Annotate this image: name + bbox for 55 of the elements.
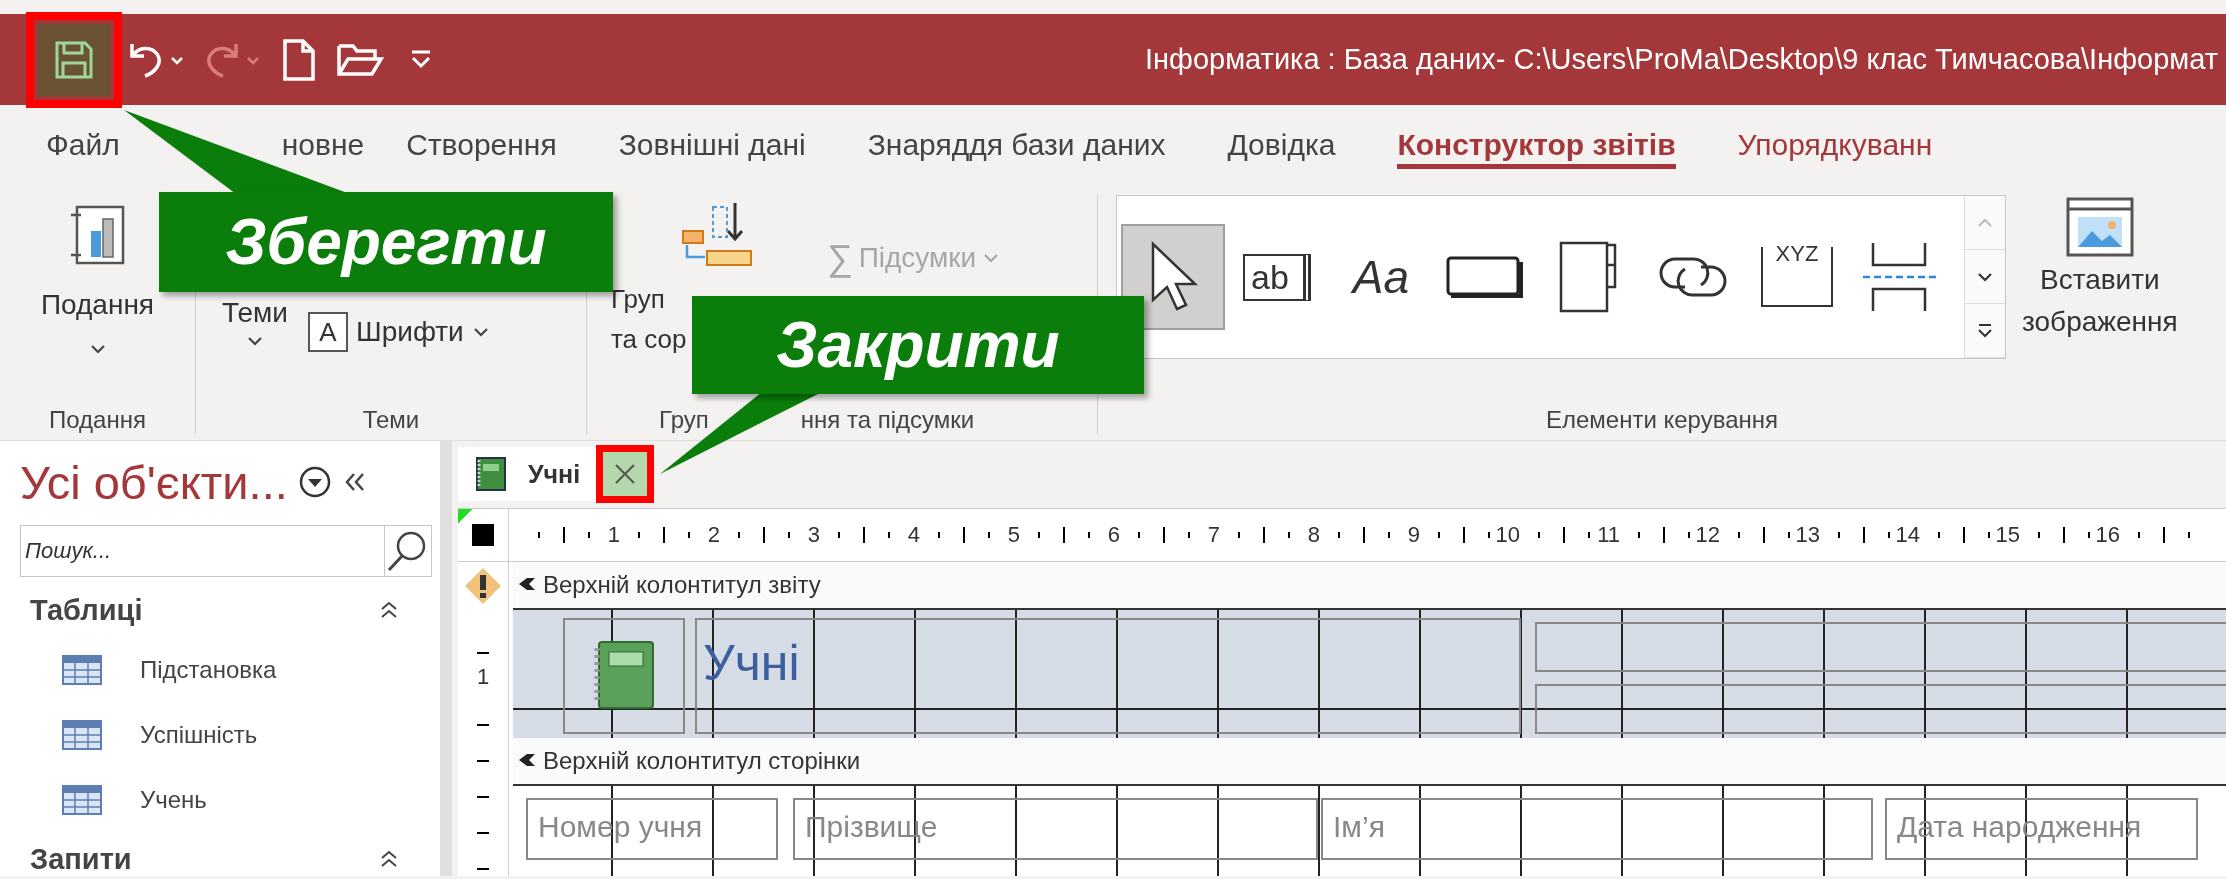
chevron-down-icon [88,343,107,355]
chevron-down-icon [246,335,264,347]
nav-section-title[interactable]: Запити [30,842,132,876]
nav-item[interactable]: Учень [140,785,207,814]
fonts-button[interactable]: A Шрифти [308,309,490,355]
group-control-tool[interactable]: XYZ [1745,224,1849,330]
logo-control[interactable] [563,618,685,734]
chevron-down-icon [1976,270,1994,283]
group-label: Елементи керування [1544,406,1780,434]
ribbon-tab[interactable]: Упорядкуванн [1737,121,1933,169]
group-label: ння та підсумки [800,406,975,434]
text-box-control[interactable] [1535,684,2226,734]
document-tab[interactable]: Учні [458,447,597,501]
nav-item[interactable]: Підстановка [140,655,277,684]
chevron-down-icon [471,326,490,338]
group-label: Теми [361,406,421,434]
chevron-down-icon [982,252,1001,264]
blank-page-icon [281,37,317,82]
save-button[interactable] [38,23,110,96]
select-control-tool[interactable] [1121,224,1225,330]
group-label: Груп [659,406,709,434]
section-bar[interactable]: Верхній колонтитул звіту [513,562,2226,610]
table-icon [62,654,102,685]
ribbon-tab[interactable]: Файл [46,121,120,169]
expand-icon [1976,321,1994,340]
group-label: Подання [48,406,147,434]
field-label[interactable]: Ім’я [1321,798,1873,860]
search-field[interactable]: Пошук... [20,525,432,577]
window-title: Інформатика : База даних- C:\Users\ProMa\Desktop\9 клас Тимчасова\Інформат [1145,43,2219,76]
nav-section-title[interactable]: Таблиці [30,593,143,627]
section-title: Верхній колонтитул звіту [543,571,821,599]
ribbon-tab[interactable]: Знаряддя бази даних [867,121,1166,169]
dropdown-icon[interactable] [297,465,332,499]
ribbon-tab[interactable]: новне [281,121,365,169]
nav-item[interactable]: Успішність [140,720,258,749]
section-bar[interactable]: Верхній колонтитул сторінки [513,738,2226,786]
views-button[interactable]: Подання [40,195,155,355]
ribbon-tab[interactable]: Зовнішні дані [618,121,806,169]
group-sort-button[interactable]: Груп та сор [611,279,687,359]
table-icon [62,719,102,750]
label-control-tool[interactable]: Aa [1329,224,1433,330]
ribbon-tab[interactable]: Конструктор звітів [1397,121,1676,169]
section-title: Верхній колонтитул сторінки [543,747,861,775]
table-icon [62,784,102,815]
ribbon-tab[interactable]: Довідка [1227,121,1336,169]
close-button[interactable] [596,445,655,503]
notebook-icon [474,456,508,492]
insert-image-button[interactable]: Вставити зображення [2022,195,2178,406]
textbox-control-tool[interactable]: ab [1225,224,1329,330]
ribbon-tab[interactable]: Створення [406,121,557,169]
themes-button[interactable]: Теми [222,297,288,367]
more-button[interactable] [1965,304,2005,358]
select-report-box[interactable] [458,509,509,561]
navigation-title[interactable]: Усі об'єкти... [20,454,288,510]
chevron-up-icon [1976,216,1994,229]
